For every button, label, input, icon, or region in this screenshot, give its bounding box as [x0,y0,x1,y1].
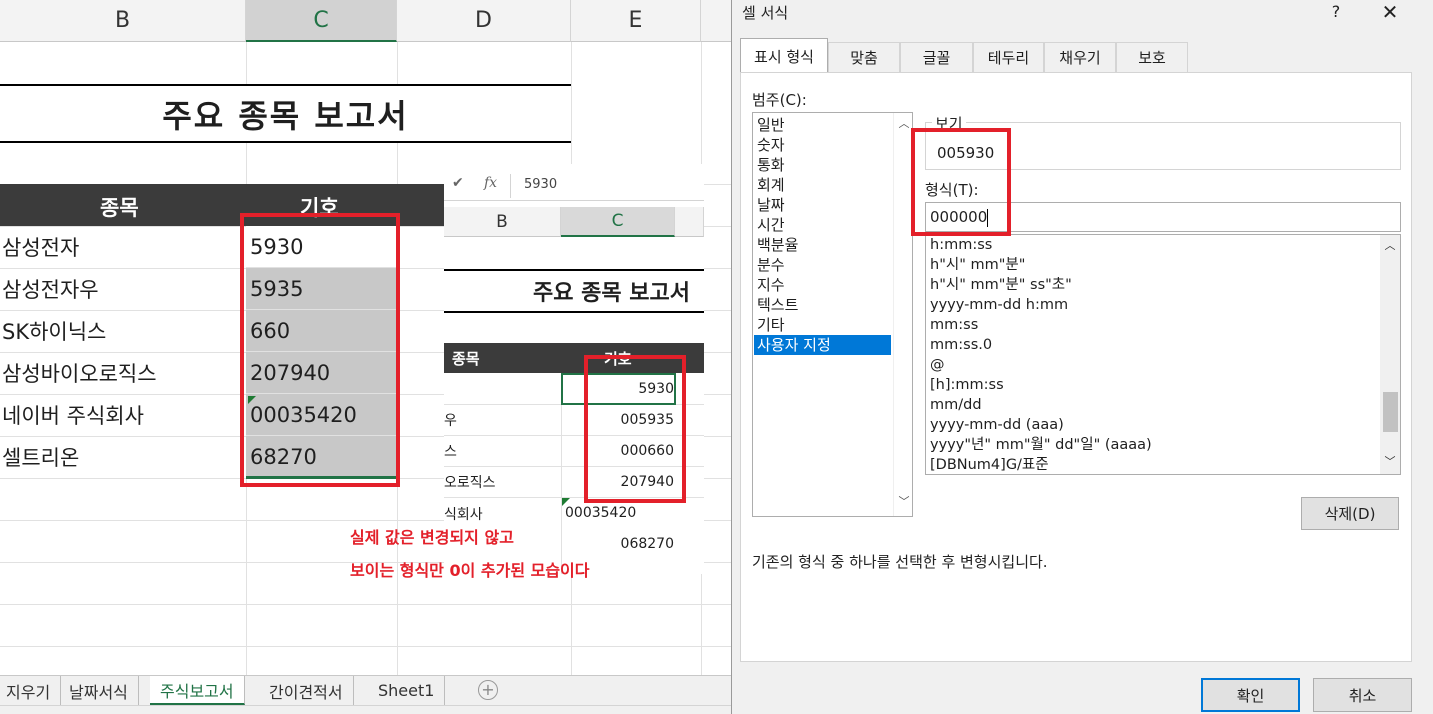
tab-border[interactable]: 테두리 [973,42,1044,72]
inset-column-b: B [444,207,561,237]
category-item-selected[interactable]: 사용자 지정 [754,335,891,355]
format-item[interactable]: h"시" mm"분" ss"초" [930,275,1072,295]
category-item[interactable]: 통화 [754,155,891,175]
category-item[interactable]: 회계 [754,175,891,195]
cell-name[interactable]: SK하이닉스 [2,310,106,352]
status-bar [0,705,731,714]
sheet-tab[interactable]: Sheet1 [368,676,446,705]
format-cells-dialog: 셀 서식 ? ✕ 표시 형식 맞춤 글꼴 테두리 채우기 보호 범주(C): 일… [731,0,1433,714]
sheet-tab[interactable]: 간이견적서 [259,676,354,705]
column-header-d[interactable]: D [397,0,571,42]
format-item[interactable]: yyyy"년" mm"월" dd"일" (aaaa) [930,435,1152,455]
inset-value: 068270 [620,536,674,552]
format-scrollbar[interactable]: ︿ ﹀ [1380,235,1400,474]
cell-name[interactable]: 삼성바이오로직스 [2,352,157,394]
inset-value: 00035420 [565,505,637,521]
category-list[interactable]: 일반 숫자 통화 회계 날짜 시간 백분율 분수 지수 텍스트 기타 사용자 지… [752,112,913,517]
tab-protection[interactable]: 보호 [1116,42,1188,72]
scroll-down-icon[interactable]: ﹀ [894,493,914,509]
format-item[interactable]: mm/dd [930,395,982,415]
sheet-tab-active[interactable]: 주식보고서 [150,676,245,705]
fx-icon: fx [484,175,498,191]
plus-circle-icon[interactable]: + [478,680,498,700]
formula-input: 5930 [510,174,704,198]
format-list[interactable]: h:mm:ss h"시" mm"분" h"시" mm"분" ss"초" yyyy… [925,234,1401,475]
category-scrollbar[interactable]: ︿ ﹀ [893,113,912,516]
cell-name[interactable]: 삼성전자우 [2,268,99,310]
column-header-f[interactable] [701,0,731,42]
category-item[interactable]: 일반 [754,115,891,135]
tab-number[interactable]: 표시 형식 [740,38,828,73]
cell-name[interactable]: 삼성전자 [2,226,79,268]
highlight-box [240,213,400,487]
format-item[interactable]: mm:ss.0 [930,335,992,355]
format-item[interactable]: yyyy-mm-dd (aaa) [930,415,1064,435]
delete-button[interactable]: 삭제(D) [1301,497,1399,530]
format-item[interactable]: [DBNum4]G/표준 [930,455,1049,474]
format-item[interactable]: h:mm:ss [930,235,992,255]
cancel-button[interactable]: 취소 [1313,678,1412,712]
inset-name-fragment: 오로직스 [444,475,496,491]
format-item[interactable]: mm:ss [930,315,978,335]
inset-name-fragment: 식회사 [444,507,483,523]
inset-column-d [675,207,704,237]
category-item[interactable]: 분수 [754,255,891,275]
grid-line [0,646,731,647]
format-item[interactable]: h"시" mm"분" [930,255,1025,275]
dialog-title: 셀 서식 [742,4,789,22]
category-item[interactable]: 날짜 [754,195,891,215]
inset-screenshot: ✔ fx 5930 B C 주요 종목 보고서 종목 기호 우 스 오로직스 식… [444,164,704,574]
inset-formula-bar: ✔ fx 5930 [444,171,704,201]
category-item[interactable]: 기타 [754,315,891,335]
category-item[interactable]: 텍스트 [754,295,891,315]
sheet-tab[interactable]: 날짜서식 [59,676,139,705]
inset-highlight-box [584,355,686,503]
scroll-thumb[interactable] [1383,392,1398,432]
sheet-tab-bar: 지우기 날짜서식 주식보고서 간이견적서 Sheet1 + [0,675,731,705]
inset-column-c: C [561,207,675,237]
tab-fill[interactable]: 채우기 [1044,42,1116,72]
description-text: 기존의 형식 중 하나를 선택한 후 변형시킵니다. [752,553,1048,571]
report-title: 주요 종목 보고서 [0,84,571,143]
highlight-box [911,128,1011,236]
format-item[interactable]: @ [930,355,945,375]
grid-line [0,604,731,605]
format-item[interactable]: yyyy-mm-dd h:mm [930,295,1068,315]
tab-alignment[interactable]: 맞춤 [828,42,900,72]
category-item[interactable]: 지수 [754,275,891,295]
category-item[interactable]: 백분율 [754,235,891,255]
spreadsheet-area: B C D E 주요 종목 보고서 종목 기호 삼성전자 삼성전자우 SK하이닉… [0,0,731,714]
scroll-up-icon[interactable]: ︿ [1380,237,1400,253]
column-header-b[interactable]: B [0,0,246,42]
annotation-line1: 실제 값은 변경되지 않고 [350,528,514,547]
column-header-c[interactable]: C [246,0,397,42]
inset-name-fragment: 우 [444,413,457,429]
tab-font[interactable]: 글꼴 [900,42,973,72]
cell-name[interactable]: 셀트리온 [2,436,79,478]
category-item[interactable]: 숫자 [754,135,891,155]
sheet-tab[interactable]: 지우기 [0,676,62,705]
inset-report-title: 주요 종목 보고서 [444,269,704,313]
scroll-down-icon[interactable]: ﹀ [1380,453,1400,469]
annotation-line2: 보이는 형식만 0이 추가된 모습이다 [350,561,590,580]
inset-header-name: 종목 [452,350,480,368]
header-name: 종목 [100,196,139,220]
format-item[interactable]: [h]:mm:ss [930,375,1004,395]
category-label: 범주(C): [752,91,807,109]
help-icon[interactable]: ? [1328,2,1344,21]
close-icon[interactable]: ✕ [1380,0,1400,24]
cell-name[interactable]: 네이버 주식회사 [2,394,144,436]
ok-button[interactable]: 확인 [1201,678,1300,712]
column-header-e[interactable]: E [571,0,701,42]
inset-name-fragment: 스 [444,444,457,460]
check-icon: ✔ [452,175,464,191]
category-item[interactable]: 시간 [754,215,891,235]
